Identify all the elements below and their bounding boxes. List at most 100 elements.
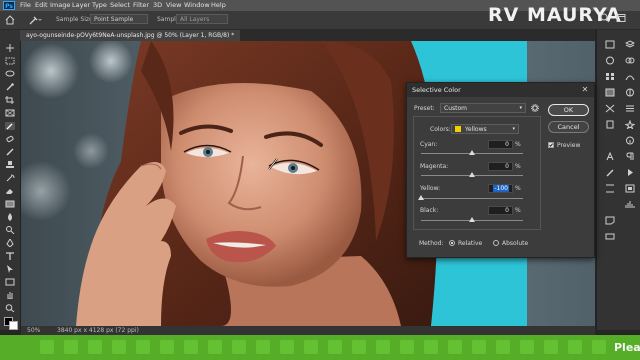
marquee-tool-icon[interactable]	[5, 57, 15, 65]
relative-radio[interactable]	[449, 240, 455, 246]
clone-stamp-tool-icon[interactable]	[5, 161, 15, 169]
preset-select[interactable]: Custom ▾	[440, 103, 526, 113]
menu-type[interactable]: Type	[92, 1, 107, 9]
background-color-swatch[interactable]	[9, 321, 18, 330]
paragraph-panel-icon[interactable]	[625, 152, 635, 161]
timeline-panel-icon[interactable]	[605, 232, 615, 241]
taskbar-app-icon[interactable]	[568, 340, 582, 354]
layers-panel-icon[interactable]	[624, 40, 636, 49]
taskbar-app-icon[interactable]	[592, 340, 606, 354]
hand-tool-icon[interactable]	[5, 291, 15, 300]
gear-icon[interactable]	[531, 104, 539, 112]
crop-tool-icon[interactable]	[5, 96, 15, 104]
pen-tool-icon[interactable]	[5, 238, 15, 248]
workspace-icon[interactable]	[616, 13, 626, 23]
menu-view[interactable]: View	[166, 1, 181, 9]
properties-panel-icon[interactable]	[625, 104, 635, 113]
history-brush-tool-icon[interactable]	[5, 174, 15, 182]
black-slider-thumb[interactable]	[469, 217, 475, 222]
move-tool-icon[interactable]	[5, 44, 15, 52]
cancel-button[interactable]: Cancel	[548, 121, 589, 133]
absolute-radio[interactable]	[493, 240, 499, 246]
taskbar-app-icon[interactable]	[232, 340, 246, 354]
dialog-title-bar[interactable]: Selective Color ✕	[407, 83, 594, 97]
colors-select[interactable]: Yellows ▾	[451, 124, 519, 134]
taskbar-app-icon[interactable]	[328, 340, 342, 354]
yellow-field[interactable]: -100	[488, 184, 513, 193]
quick-selection-tool-icon[interactable]	[5, 83, 15, 91]
taskbar-app-icon[interactable]	[424, 340, 438, 354]
menu-window[interactable]: Window	[184, 1, 210, 9]
zoom-level[interactable]: 50%	[27, 327, 40, 334]
channels-panel-icon[interactable]	[625, 56, 635, 65]
preview-checkbox[interactable]	[548, 142, 554, 148]
info-panel-icon[interactable]	[625, 136, 635, 145]
taskbar-app-icon[interactable]	[472, 340, 486, 354]
taskbar-app-icon[interactable]	[304, 340, 318, 354]
histogram-panel-icon[interactable]	[625, 200, 635, 209]
eyedropper-tool-preset-icon[interactable]	[28, 15, 42, 25]
black-field[interactable]: 0	[488, 206, 513, 215]
character-panel-icon[interactable]	[605, 151, 615, 161]
cyan-field[interactable]: 0	[488, 140, 513, 149]
taskbar-app-icon[interactable]	[352, 340, 366, 354]
document-tab[interactable]: ayo-ogunseinde-pOVy6t9NeA-unsplash.jpg @…	[20, 30, 241, 41]
magenta-field[interactable]: 0	[488, 162, 513, 171]
color-panel-icon[interactable]	[605, 56, 615, 65]
notes-panel-icon[interactable]	[605, 216, 615, 225]
taskbar-app-icon[interactable]	[64, 340, 78, 354]
eyedropper-tool-icon[interactable]	[5, 122, 15, 130]
menu-layer[interactable]: Layer	[72, 1, 90, 9]
taskbar-app-icon[interactable]	[184, 340, 198, 354]
paths-panel-icon[interactable]	[625, 72, 635, 81]
sample-select[interactable]: All Layers	[176, 14, 228, 24]
taskbar-app-icon[interactable]	[520, 340, 534, 354]
brushes-panel-icon[interactable]	[605, 168, 615, 177]
history-panel-icon[interactable]	[605, 40, 615, 49]
rectangle-tool-icon[interactable]	[5, 278, 15, 286]
actions-panel-icon[interactable]	[625, 168, 635, 177]
menu-file[interactable]: File	[20, 1, 31, 9]
taskbar-app-icon[interactable]	[448, 340, 462, 354]
adjustments-panel-icon[interactable]	[625, 88, 635, 97]
taskbar-app-icon[interactable]	[88, 340, 102, 354]
gradients-panel-icon[interactable]	[605, 88, 615, 97]
taskbar-app-icon[interactable]	[208, 340, 222, 354]
menu-image[interactable]: Image	[50, 1, 70, 9]
menu-edit[interactable]: Edit	[35, 1, 48, 9]
swatches-panel-icon[interactable]	[605, 72, 615, 81]
taskbar-app-icon[interactable]	[280, 340, 294, 354]
sample-size-select[interactable]: Point Sample	[90, 14, 148, 24]
taskbar-app-icon[interactable]	[400, 340, 414, 354]
close-icon[interactable]: ✕	[580, 85, 590, 95]
cyan-slider-thumb[interactable]	[469, 150, 475, 155]
blur-tool-icon[interactable]	[5, 213, 15, 221]
menu-help[interactable]: Help	[211, 1, 226, 9]
taskbar-app-icon[interactable]	[136, 340, 150, 354]
taskbar-app-icon[interactable]	[256, 340, 270, 354]
path-selection-tool-icon[interactable]	[5, 265, 15, 273]
eraser-tool-icon[interactable]	[5, 187, 15, 195]
menu-select[interactable]: Select	[110, 1, 130, 9]
taskbar-app-icon[interactable]	[496, 340, 510, 354]
yellow-slider-track[interactable]	[421, 198, 523, 199]
taskbar-app-icon[interactable]	[544, 340, 558, 354]
ok-button[interactable]: OK	[548, 104, 589, 116]
menu-3d[interactable]: 3D	[153, 1, 162, 9]
brush-tool-icon[interactable]	[5, 148, 15, 156]
gradient-tool-icon[interactable]	[5, 200, 15, 208]
glyphs-panel-icon[interactable]	[605, 184, 615, 193]
lasso-tool-icon[interactable]	[5, 70, 15, 78]
taskbar-app-icon[interactable]	[40, 340, 54, 354]
home-icon[interactable]	[5, 15, 15, 25]
styles-panel-icon[interactable]	[624, 119, 636, 130]
type-tool-icon[interactable]	[5, 252, 15, 260]
dodge-tool-icon[interactable]	[5, 226, 15, 235]
menu-filter[interactable]: Filter	[133, 1, 149, 9]
healing-brush-tool-icon[interactable]	[5, 135, 15, 143]
taskbar-app-icon[interactable]	[112, 340, 126, 354]
frame-tool-icon[interactable]	[5, 109, 15, 117]
magenta-slider-thumb[interactable]	[469, 172, 475, 177]
search-icon[interactable]	[600, 13, 610, 23]
taskbar-app-icon[interactable]	[376, 340, 390, 354]
